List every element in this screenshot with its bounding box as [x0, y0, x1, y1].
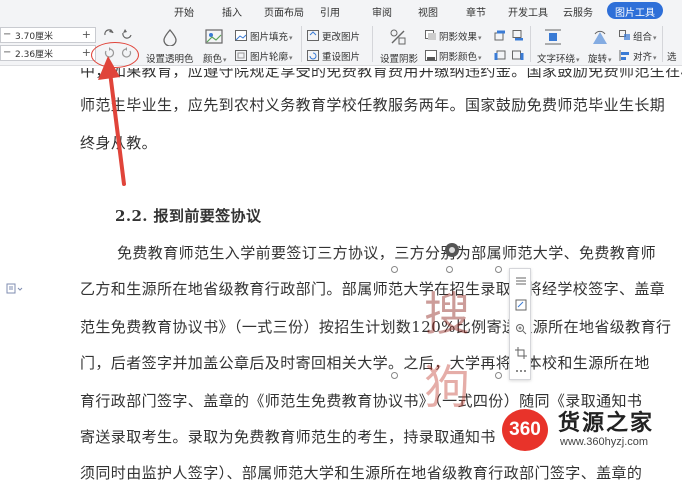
more-options-icon[interactable]: [513, 363, 529, 379]
set-shadow-icon[interactable]: [388, 27, 408, 47]
doc-line: 寄送录取考生。录取为免费教育师范生的考生，持录取通知书: [80, 428, 496, 446]
text-wrap-icon[interactable]: [543, 27, 563, 47]
picture-outline-label[interactable]: 图片轮廓▾: [250, 49, 293, 63]
ribbon-tabs: 开始 插入 页面布局 引用 审阅 视图 章节 开发工具 云服务 图片工具: [0, 0, 682, 22]
width-field[interactable]: − 2.36厘米 +: [0, 45, 96, 61]
tab-review[interactable]: 审阅: [372, 4, 392, 19]
resize-handle[interactable]: [495, 266, 502, 273]
shadow-effect-icon[interactable]: [425, 29, 437, 41]
tab-developer[interactable]: 开发工具: [508, 4, 548, 19]
align-label[interactable]: 对齐▾: [633, 49, 657, 63]
doc-line: 乙方和生源所在地省级教育行政部门。部属师范大学在招生录取前将经学校签字、盖章: [80, 280, 666, 298]
tab-view[interactable]: 视图: [418, 4, 438, 19]
group-icon[interactable]: [619, 29, 631, 41]
resize-handle[interactable]: [446, 266, 453, 273]
picture-outline-icon[interactable]: [235, 49, 247, 61]
change-picture-label[interactable]: 更改图片: [322, 29, 360, 43]
rotate-icon[interactable]: [590, 27, 610, 47]
change-picture-icon[interactable]: [307, 29, 319, 41]
tab-home[interactable]: 开始: [174, 4, 194, 19]
height-increase-icon[interactable]: +: [82, 28, 91, 41]
shadow-down-icon[interactable]: [512, 29, 524, 41]
doc-line: 师范生毕业生，应先到农村义务教育学校任教服务两年。国家鼓励免费师范毕业生长期: [80, 96, 666, 114]
layout-options-icon[interactable]: [513, 273, 529, 289]
tab-picture-tools[interactable]: 图片工具: [607, 2, 663, 19]
section-heading: 2.2. 报到前要签协议: [115, 207, 262, 225]
rotate-handle[interactable]: [445, 243, 459, 257]
logo-number: 360: [509, 419, 541, 440]
text-wrap-label[interactable]: 文字环绕▾: [537, 51, 580, 65]
reset-size-icon[interactable]: [120, 26, 134, 40]
image-quick-toolbar: [509, 268, 531, 380]
ribbon-separator: [372, 26, 373, 62]
tab-cloud[interactable]: 云服务: [563, 4, 593, 19]
transparent-color-icon[interactable]: [160, 27, 180, 47]
tab-references[interactable]: 引用: [320, 4, 340, 19]
shadow-right-icon[interactable]: [512, 49, 524, 61]
width-decrease-icon[interactable]: −: [3, 47, 11, 58]
resize-handle[interactable]: [495, 372, 502, 379]
resize-handle[interactable]: [391, 266, 398, 273]
picture-fill-label[interactable]: 图片填充▾: [250, 29, 293, 43]
tab-page-layout[interactable]: 页面布局: [264, 4, 304, 19]
ribbon-separator: [301, 26, 302, 62]
ribbon-separator: [530, 26, 531, 62]
reset-picture-label[interactable]: 重设图片: [322, 49, 360, 63]
shadow-up-icon[interactable]: [494, 29, 506, 41]
image-edit-icon[interactable]: [513, 297, 529, 313]
width-value[interactable]: 2.36厘米: [15, 47, 53, 60]
select-label[interactable]: 选: [667, 49, 677, 63]
group-label[interactable]: 组合▾: [633, 29, 657, 43]
paragraph-menu-icon[interactable]: [6, 283, 23, 295]
align-icon[interactable]: [619, 49, 631, 61]
doc-line: 门，后者签字并加盖公章后及时寄回相关大学。之后，大学再将由本校和生源所在地: [80, 354, 650, 372]
shadow-color-icon[interactable]: [425, 49, 437, 61]
height-value[interactable]: 3.70厘米: [15, 29, 53, 42]
picture-fill-icon[interactable]: [235, 29, 247, 41]
tab-insert[interactable]: 插入: [222, 4, 242, 19]
logo-badge: 360: [502, 409, 548, 451]
logo-url: www.360hyzj.com: [560, 436, 649, 448]
red-arrow-annotation: [98, 56, 126, 186]
site-logo: 360 货源之家 www.360hyzj.com: [500, 405, 682, 455]
shadow-effect-label[interactable]: 阴影效果▾: [439, 29, 482, 43]
shadow-color-label[interactable]: 阴影颜色▾: [439, 49, 482, 63]
lock-ratio-icon[interactable]: [102, 26, 116, 40]
crop-icon[interactable]: [513, 345, 529, 361]
tab-chapter[interactable]: 章节: [466, 4, 486, 19]
picture-color-icon[interactable]: [204, 27, 224, 47]
height-decrease-icon[interactable]: −: [3, 29, 11, 40]
reset-picture-icon[interactable]: [307, 49, 319, 61]
shadow-left-icon[interactable]: [494, 49, 506, 61]
resize-handle[interactable]: [391, 372, 398, 379]
doc-line: 范生免费教育协议书》（一式三份）按招生计划数120%比例寄送生源所在地省级教育行: [80, 318, 672, 336]
set-shadow-label[interactable]: 设置阴影: [380, 51, 418, 65]
set-transparent-label[interactable]: 设置透明色: [146, 51, 194, 65]
color-label[interactable]: 颜色▾: [203, 51, 227, 65]
doc-line: 须同时由监护人签字）、部属师范大学和生源所在地省级教育行政部门签字、盖章的: [80, 464, 643, 481]
doc-line: 免费教育师范生入学前要签订三方协议，三方分别为部属师范大学、免费教育师: [117, 244, 657, 262]
height-field[interactable]: − 3.70厘米 +: [0, 27, 96, 43]
rotate-label[interactable]: 旋转▾: [588, 51, 612, 65]
zoom-icon[interactable]: [513, 321, 529, 337]
logo-name: 货源之家: [558, 411, 655, 436]
ribbon-separator: [662, 26, 663, 62]
